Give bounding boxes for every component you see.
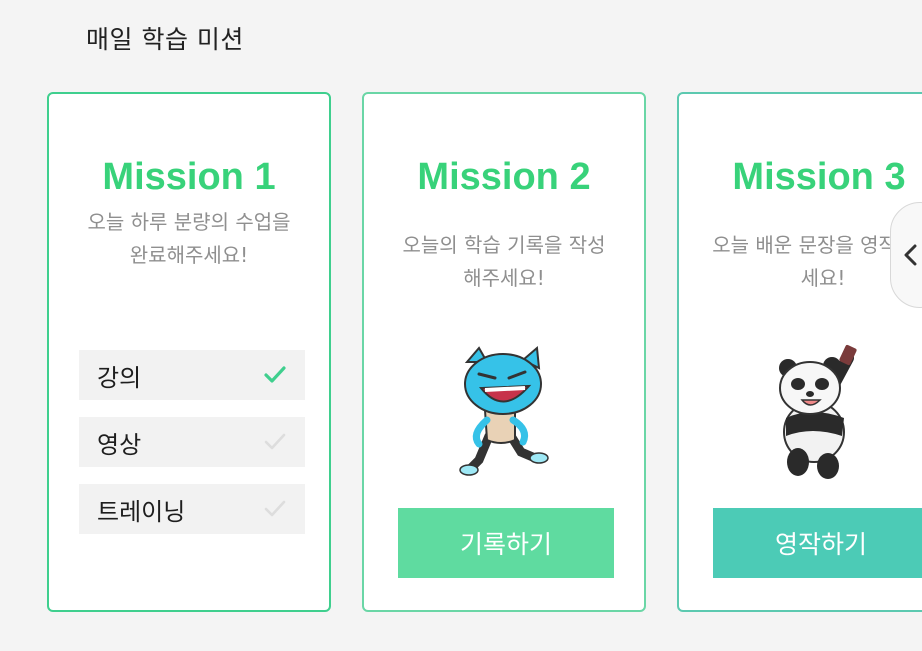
- check-icon: [264, 500, 286, 517]
- task-item-lecture[interactable]: 강의: [79, 350, 305, 400]
- compose-button[interactable]: 영작하기: [713, 508, 922, 578]
- mission-title: Mission 1: [102, 156, 276, 198]
- panda-character-illustration: [779, 344, 857, 479]
- task-item-training[interactable]: 트레이닝: [79, 484, 305, 534]
- chevron-left-icon: [904, 244, 917, 266]
- check-icon: [264, 366, 286, 383]
- mission-card-3[interactable]: Mission 3 오늘 배운 문장을 영작해주세요! 영작하기: [677, 92, 922, 612]
- section-title: 매일 학습 미션: [86, 25, 244, 54]
- record-button[interactable]: 기록하기: [398, 508, 614, 578]
- mission-card-2[interactable]: Mission 2 오늘의 학습 기록을 작성해주세요! 기록하기: [362, 92, 646, 612]
- check-icon: [264, 433, 286, 450]
- mission-title: Mission 2: [417, 156, 591, 198]
- mission-description: 오늘의 학습 기록을 작성해주세요!: [402, 233, 606, 290]
- blue-cat-character-illustration: [459, 345, 549, 476]
- task-item-video[interactable]: 영상: [79, 417, 305, 467]
- task-label: 강의: [97, 363, 142, 392]
- carousel-prev-button[interactable]: [890, 202, 922, 308]
- task-label: 트레이닝: [97, 497, 186, 526]
- task-label: 영상: [97, 430, 142, 459]
- mission-description: 오늘 하루 분량의 수업을 완료해주세요!: [87, 210, 291, 267]
- mission-title: Mission 3: [732, 156, 906, 198]
- task-checklist: 강의 영상 트레이닝: [79, 350, 305, 551]
- mission-card-1[interactable]: Mission 1 오늘 하루 분량의 수업을 완료해주세요! 강의 영상 트레…: [47, 92, 331, 612]
